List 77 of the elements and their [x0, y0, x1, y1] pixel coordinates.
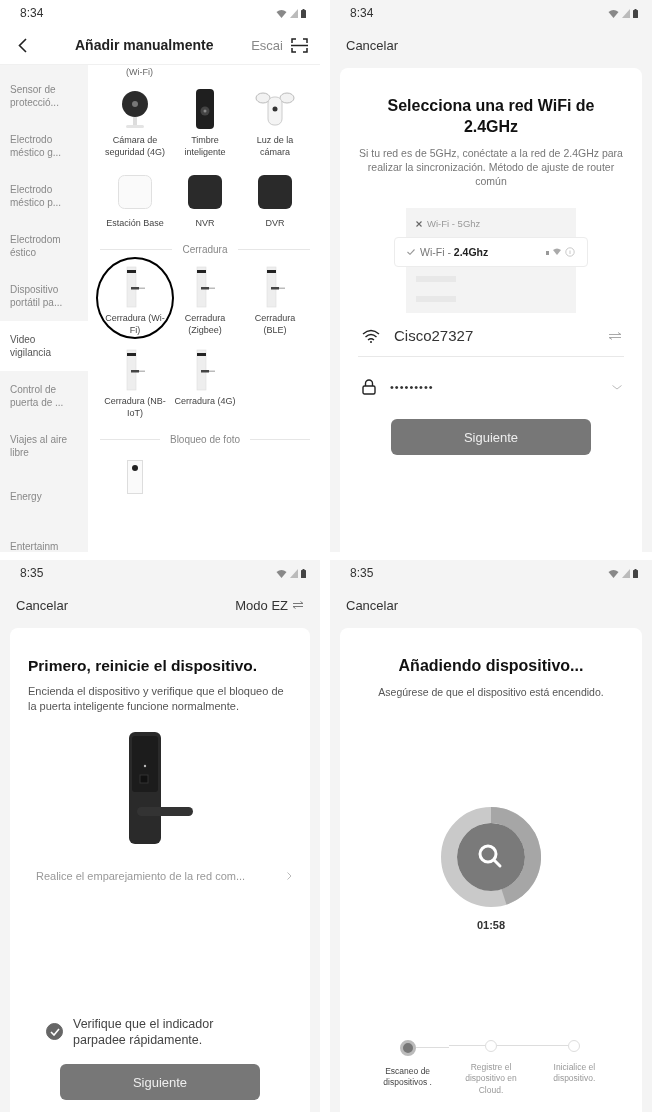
- signal-icon: [290, 8, 298, 18]
- status-time: 8:35: [20, 566, 44, 580]
- step-label: Escaneo de dispositivos .: [382, 1065, 433, 1089]
- category-item[interactable]: Video vigilancia: [0, 321, 88, 371]
- battery-icon: [301, 8, 306, 18]
- signal-icon: [622, 568, 630, 578]
- section-heading: Bloqueo de foto: [169, 433, 241, 445]
- network-status-icon: [545, 247, 575, 258]
- password-field[interactable]: •••••••••: [358, 365, 624, 408]
- door-lock-icon: [124, 349, 146, 392]
- lock-icon: [362, 379, 376, 396]
- device-label[interactable]: Cerradura (NB-IoT): [103, 396, 167, 420]
- door-lock-icon: [194, 349, 216, 392]
- cancel-link[interactable]: Cancelar: [346, 597, 399, 613]
- recorder-icon: [258, 175, 292, 210]
- device-label[interactable]: Timbre inteligente: [173, 135, 237, 159]
- scan-icon[interactable]: [291, 37, 308, 53]
- battery-icon: [633, 8, 638, 18]
- next-button[interactable]: Siguiente: [391, 419, 591, 456]
- next-button[interactable]: Siguiente: [60, 1064, 260, 1100]
- instruction-text: Asegúrese de que el dispositivo está encendido.: [378, 684, 604, 699]
- signal-icon: [290, 568, 298, 578]
- step-label: Inicialice el dispositivo.: [552, 1061, 597, 1085]
- check-icon: [49, 1027, 60, 1036]
- network-name: Wi-Fi - 2.4Ghz: [420, 246, 489, 259]
- page-title: Añadiendo dispositivo...: [397, 656, 585, 676]
- cancel-link[interactable]: Cancelar: [346, 37, 399, 53]
- countdown-timer: 01:58: [476, 919, 506, 932]
- battery-icon: [301, 568, 306, 578]
- hub-icon: [118, 175, 152, 210]
- door-lock-icon: [194, 266, 216, 309]
- door-lock-icon: [127, 459, 143, 494]
- battery-icon: [633, 568, 638, 578]
- wifi-name-field[interactable]: Cisco27327: [358, 313, 624, 358]
- confirm-checkbox[interactable]: [46, 1023, 63, 1041]
- instruction-text: Encienda el dispositivo y verifique que el bloqueo de la puerta inteligente funcione normalmente.: [28, 684, 285, 714]
- camera-icon: [120, 90, 150, 128]
- recorder-icon: [188, 175, 222, 210]
- confirm-label: Verifique que el indicador parpadee rápidamente.: [73, 1015, 215, 1048]
- status-time: 8:35: [350, 566, 374, 580]
- wifi-icon: [608, 8, 619, 18]
- mode-switch-link[interactable]: Modo EZ: [235, 597, 288, 613]
- page-title: Añadir manualmente: [75, 37, 214, 53]
- device-label[interactable]: (Wi-Fi): [100, 67, 310, 77]
- status-time: 8:34: [350, 6, 374, 20]
- status-time: 8:34: [20, 6, 44, 20]
- scan-tab[interactable]: Escai: [251, 37, 283, 53]
- cancel-link[interactable]: Cancelar: [16, 597, 69, 613]
- device-label[interactable]: DVR: [243, 218, 307, 231]
- device-label[interactable]: Estación Base: [103, 218, 167, 231]
- device-label[interactable]: Cerradura (Zigbee): [173, 313, 237, 337]
- device-label[interactable]: Cerradura (4G): [173, 396, 237, 409]
- door-lock-icon: [264, 266, 286, 309]
- device-label[interactable]: Luz de la cámara: [243, 135, 307, 159]
- chevron-right-icon: [287, 871, 292, 880]
- check-icon: [407, 249, 415, 256]
- device-label[interactable]: Cámara de seguridad (4G): [103, 135, 167, 159]
- page-title: Primero, reinicie el dispositivo.: [28, 656, 259, 676]
- device-label[interactable]: Cerradura (Wi-Fi): [103, 313, 167, 337]
- swap-icon[interactable]: [292, 601, 304, 609]
- device-label[interactable]: Cerradura (BLE): [243, 313, 307, 337]
- section-heading: Cerradura: [182, 244, 228, 256]
- device-label[interactable]: NVR: [173, 218, 237, 231]
- doorbell-icon: [196, 89, 214, 129]
- wifi-icon: [608, 568, 619, 578]
- page-title: Selecciona una red WiFi de 2.4GHz: [386, 96, 596, 137]
- instruction-text: Si tu red es de 5GHz, conéctate a la red de 2.4GHz para realizar la sincronización. Método de ajuste de router común: [358, 145, 624, 189]
- signal-icon: [622, 8, 630, 18]
- floodlight-camera-icon: [255, 91, 295, 127]
- back-icon[interactable]: [18, 37, 27, 53]
- step-label: Registre el dispositivo en Cloud.: [464, 1061, 518, 1096]
- wifi-icon: [276, 8, 287, 18]
- network-name: Wi-Fi - 5Ghz: [427, 218, 481, 230]
- close-icon: [416, 220, 422, 227]
- door-lock-icon: [124, 266, 146, 309]
- wifi-icon: [276, 568, 287, 578]
- wifi-icon: [362, 328, 380, 343]
